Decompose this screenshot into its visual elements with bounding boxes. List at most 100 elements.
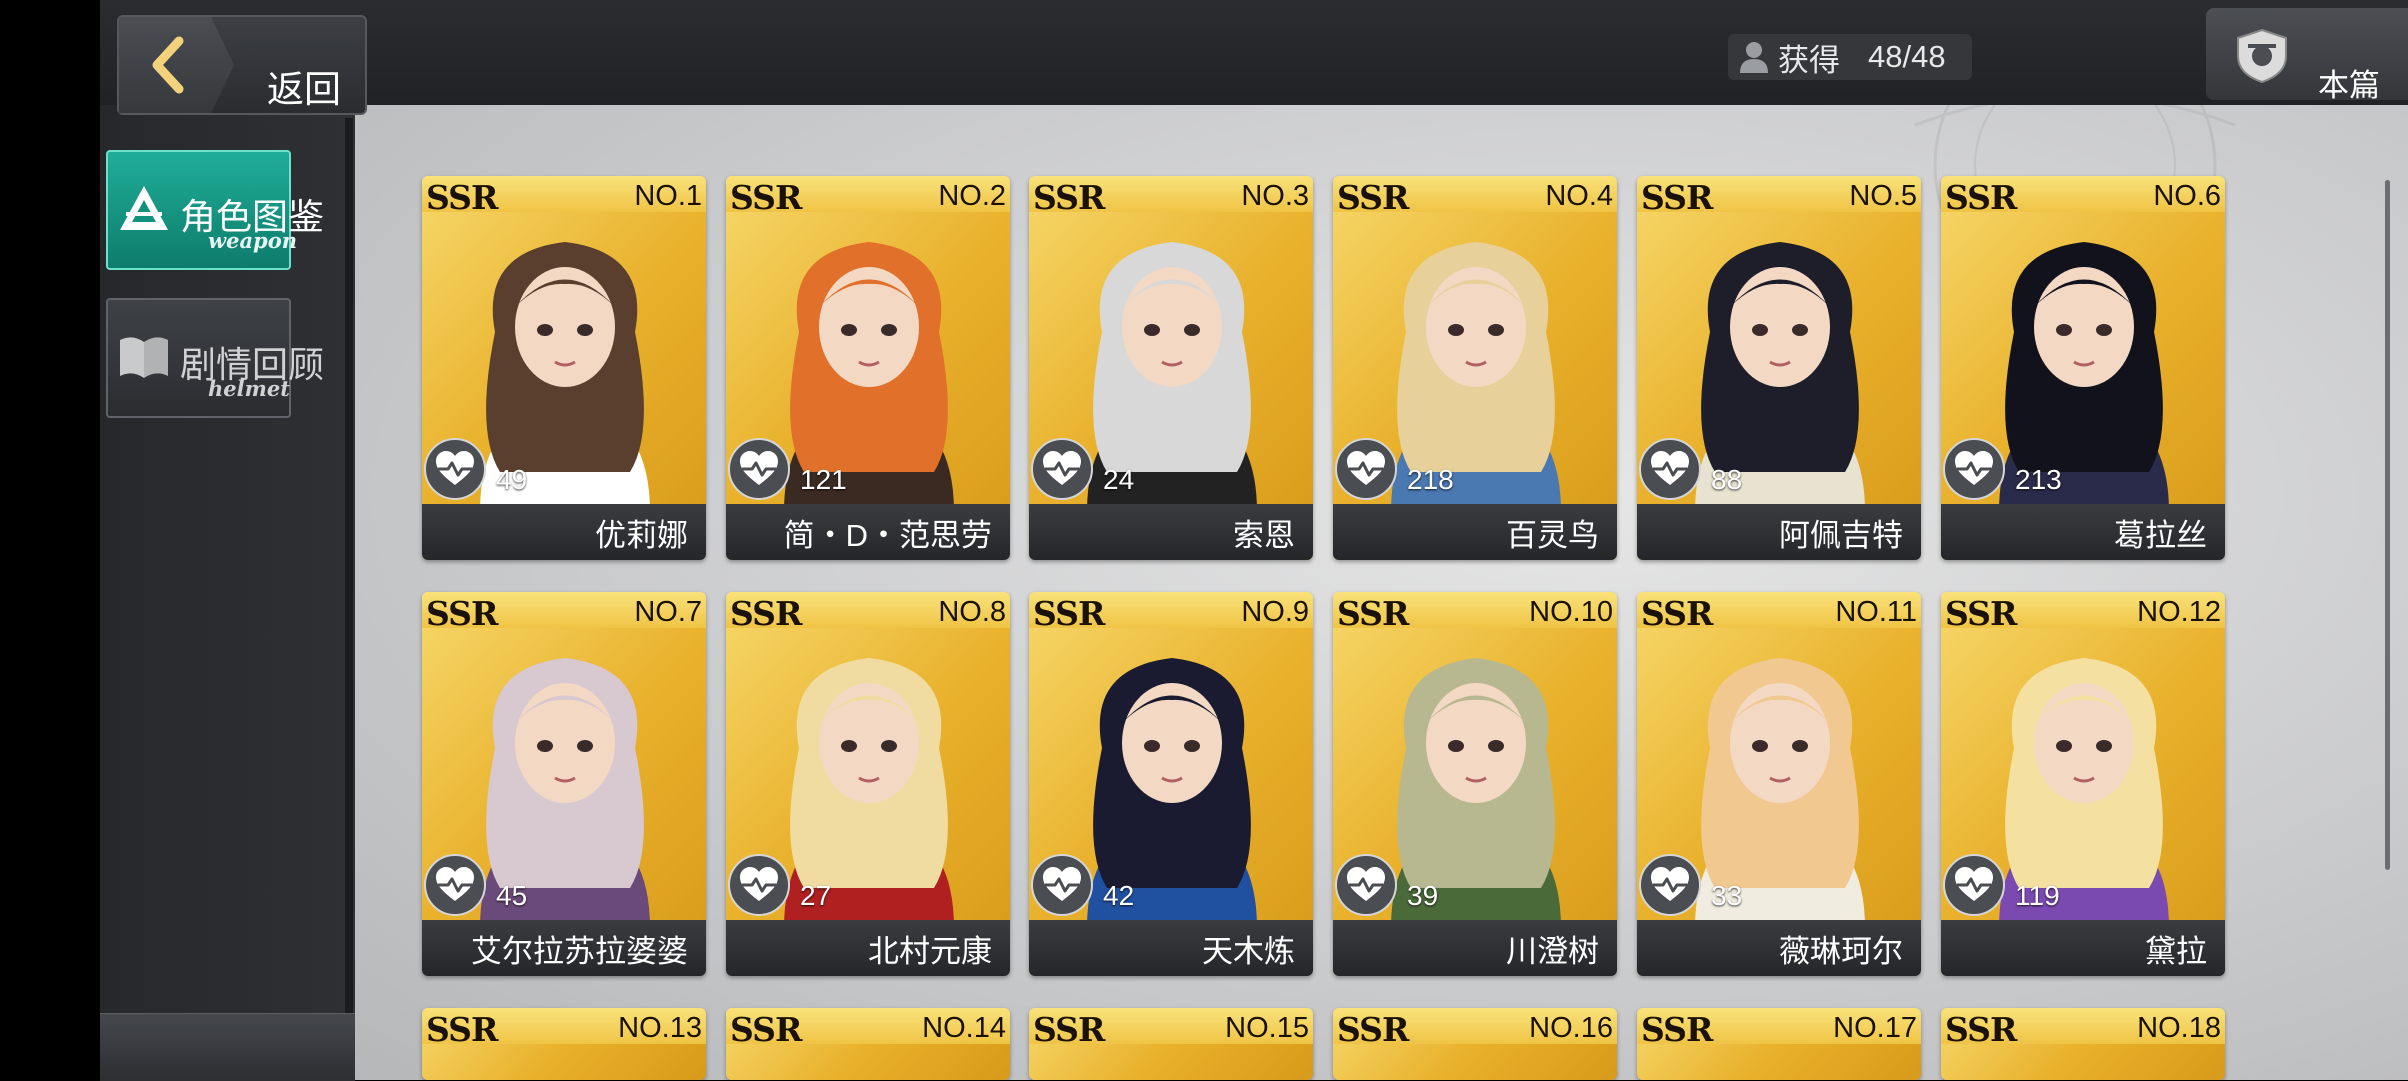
character-name: 川澄树 <box>1506 934 1599 969</box>
tab-sublabel: weapon <box>208 228 298 253</box>
rarity-label: SSR <box>1337 1010 1409 1049</box>
character-name: 简・D・范思劳 <box>783 518 992 553</box>
scrollbar[interactable] <box>2385 180 2390 870</box>
card-number: NO.15 <box>1225 1012 1309 1044</box>
character-card[interactable]: SSR NO.7 艾尔拉苏拉婆婆 45 <box>422 592 706 976</box>
character-card[interactable]: SSR NO.6 葛拉丝 213 <box>1941 176 2225 560</box>
character-card-partial[interactable]: SSR NO.17 <box>1637 1008 1921 1080</box>
rarity-label: SSR <box>426 1010 498 1049</box>
affection-count: 24 <box>1103 464 1135 495</box>
affection-badge <box>424 438 486 500</box>
rarity-label: SSR <box>426 178 498 217</box>
rarity-label: SSR <box>1945 594 2017 633</box>
card-number: NO.2 <box>938 180 1006 212</box>
shield-icon <box>2237 28 2287 84</box>
character-name: 天木炼 <box>1202 934 1295 969</box>
card-number: NO.6 <box>2153 180 2221 212</box>
heart-icon <box>1955 867 1993 901</box>
character-card-partial[interactable]: SSR NO.15 <box>1029 1008 1313 1080</box>
character-card[interactable]: SSR NO.3 索恩 24 <box>1029 176 1313 560</box>
affection-badge <box>1943 438 2005 500</box>
card-number: NO.8 <box>938 596 1006 628</box>
affection-count: 39 <box>1407 880 1439 911</box>
character-name: 优莉娜 <box>595 518 688 553</box>
character-card-partial[interactable]: SSR NO.16 <box>1333 1008 1617 1080</box>
affection-count: 49 <box>496 464 528 495</box>
affection-badge <box>1031 854 1093 916</box>
affection-count: 27 <box>800 880 832 911</box>
rarity-label: SSR <box>730 178 802 217</box>
affection-badge <box>1335 854 1397 916</box>
acquired-counter: 获得 48/48 <box>1728 34 1972 80</box>
affection-count: 33 <box>1711 880 1743 911</box>
character-name: 阿佩吉特 <box>1779 518 1903 553</box>
character-name: 薇琳珂尔 <box>1779 934 1903 969</box>
tab-sublabel: helmet <box>208 376 290 401</box>
character-card[interactable]: SSR NO.8 北村元康 27 <box>726 592 1010 976</box>
character-name: 葛拉丝 <box>2114 518 2207 553</box>
rarity-label: SSR <box>1337 178 1409 217</box>
affection-badge <box>1943 854 2005 916</box>
heart-icon <box>1043 867 1081 901</box>
chapter-button[interactable]: 本篇 <box>2206 8 2408 103</box>
card-number: NO.4 <box>1545 180 1613 212</box>
character-card[interactable]: SSR NO.1 优莉娜 49 <box>422 176 706 560</box>
character-card[interactable]: SSR NO.4 百灵鸟 218 <box>1333 176 1617 560</box>
rarity-label: SSR <box>1945 1010 2017 1049</box>
affection-count: 218 <box>1407 464 1454 495</box>
rarity-label: SSR <box>426 594 498 633</box>
rarity-label: SSR <box>1033 178 1105 217</box>
heart-icon <box>1347 867 1385 901</box>
rarity-label: SSR <box>1945 178 2017 217</box>
heart-icon <box>1955 451 1993 485</box>
card-number: NO.1 <box>634 180 702 212</box>
rarity-label: SSR <box>1641 594 1713 633</box>
character-card-partial[interactable]: SSR NO.14 <box>726 1008 1010 1080</box>
top-bar <box>100 0 2408 105</box>
affection-count: 121 <box>800 464 847 495</box>
book-icon <box>120 337 168 378</box>
character-name: 百灵鸟 <box>1506 518 1599 553</box>
card-number: NO.11 <box>1835 596 1917 628</box>
card-number: NO.3 <box>1241 180 1309 212</box>
character-card[interactable]: SSR NO.5 阿佩吉特 88 <box>1637 176 1921 560</box>
rarity-label: SSR <box>730 1010 802 1049</box>
affection-badge <box>728 854 790 916</box>
character-card[interactable]: SSR NO.12 黛拉 119 <box>1941 592 2225 976</box>
card-number: NO.13 <box>618 1012 702 1044</box>
character-name: 索恩 <box>1233 518 1295 553</box>
acquired-label: 获得 <box>1778 42 1840 78</box>
character-card[interactable]: SSR NO.10 川澄树 39 <box>1333 592 1617 976</box>
character-name: 北村元康 <box>868 934 992 969</box>
rarity-label: SSR <box>1033 1010 1105 1049</box>
character-card[interactable]: SSR NO.11 薇琳珂尔 33 <box>1637 592 1921 976</box>
character-card[interactable]: SSR NO.2 简・D・范思劳 121 <box>726 176 1010 560</box>
card-number: NO.18 <box>2137 1012 2221 1044</box>
affection-badge <box>1639 438 1701 500</box>
card-number: NO.9 <box>1241 596 1309 628</box>
rarity-label: SSR <box>1337 594 1409 633</box>
character-card[interactable]: SSR NO.9 天木炼 42 <box>1029 592 1313 976</box>
tab-character-gallery[interactable]: 角色图鉴 weapon <box>106 150 324 270</box>
card-number: NO.10 <box>1529 596 1613 628</box>
affection-count: 42 <box>1103 880 1135 911</box>
sidebar-bottom-panel <box>100 1013 355 1081</box>
back-arrow-box <box>119 17 234 113</box>
heart-icon <box>1043 451 1081 485</box>
card-number: NO.17 <box>1833 1012 1917 1044</box>
character-card-partial[interactable]: SSR NO.18 <box>1941 1008 2225 1080</box>
affection-count: 213 <box>2015 464 2062 495</box>
back-button[interactable]: 返回 <box>117 15 367 115</box>
sidebar-divider <box>345 118 353 1018</box>
rarity-label: SSR <box>1641 1010 1713 1049</box>
character-card-partial[interactable]: SSR NO.13 <box>422 1008 706 1080</box>
heart-icon <box>436 867 474 901</box>
affection-count: 119 <box>2015 880 2060 911</box>
back-label: 返回 <box>267 69 341 110</box>
person-icon <box>1740 42 1768 73</box>
rarity-label: SSR <box>730 594 802 633</box>
card-number: NO.7 <box>634 596 702 628</box>
tab-story-review[interactable]: 剧情回顾 helmet <box>106 298 324 418</box>
left-black-bar <box>0 0 100 1080</box>
card-number: NO.14 <box>922 1012 1006 1044</box>
